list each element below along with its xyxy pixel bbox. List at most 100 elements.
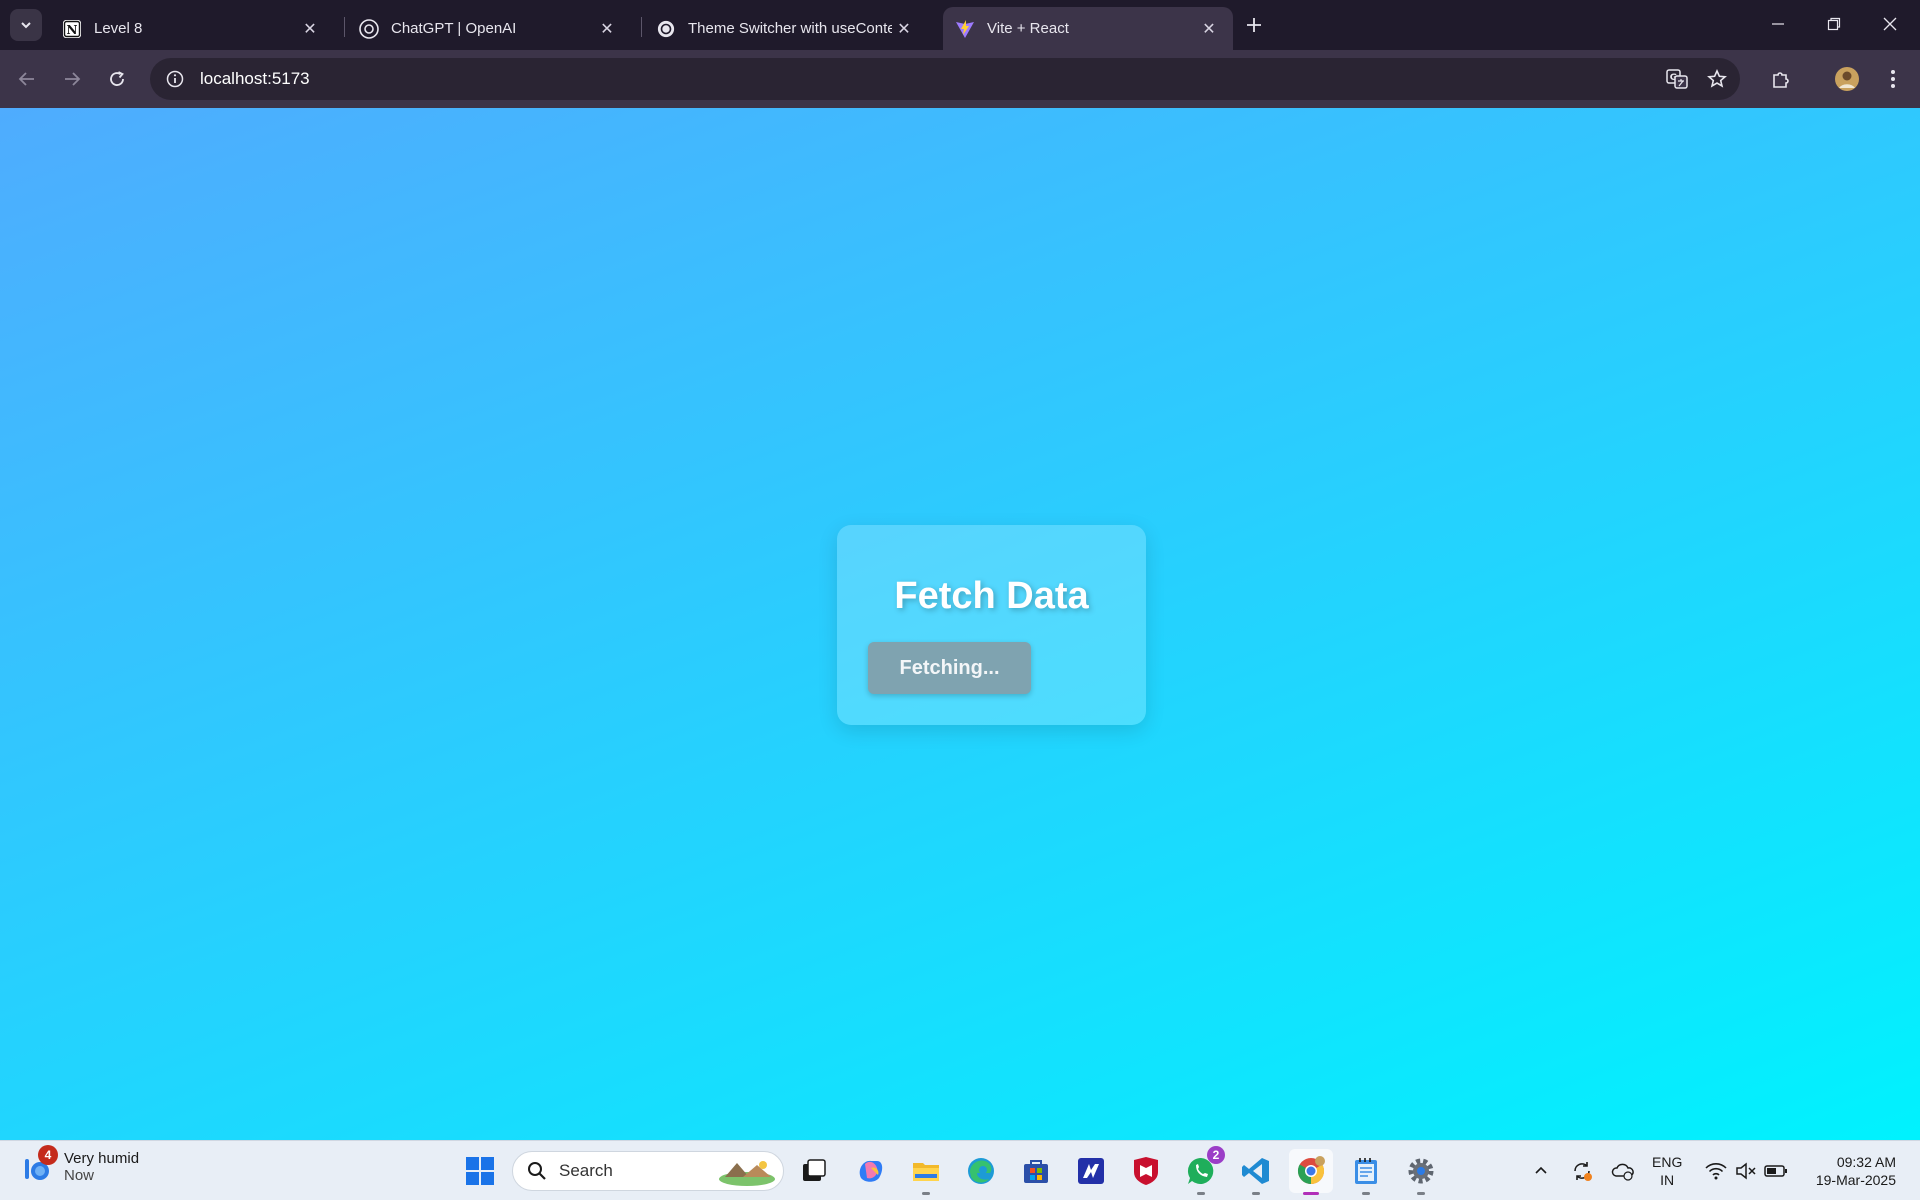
app-icon xyxy=(1078,1158,1104,1184)
chrome-icon xyxy=(1297,1156,1325,1185)
start-button[interactable] xyxy=(458,1149,502,1193)
weather-time: Now xyxy=(64,1167,95,1184)
notification-badge: 4 xyxy=(38,1145,58,1165)
browser-toolbar: localhost:5173 G xyxy=(0,50,1920,108)
url-text: localhost:5173 xyxy=(200,69,310,88)
search-highlight-icon xyxy=(719,1161,775,1186)
wifi-tray-button[interactable] xyxy=(1700,1155,1732,1187)
tab-theme-switcher[interactable]: Theme Switcher with useConte ✕ xyxy=(644,7,928,50)
task-view-button[interactable] xyxy=(792,1149,836,1193)
mcafee-app-button[interactable] xyxy=(1069,1149,1113,1193)
onedrive-tray-button[interactable] xyxy=(1607,1155,1639,1187)
show-hidden-icons-button[interactable] xyxy=(1525,1155,1557,1187)
copilot-button[interactable] xyxy=(848,1149,892,1193)
restore-icon xyxy=(1827,17,1841,31)
gear-icon xyxy=(1408,1158,1434,1184)
chevron-up-icon xyxy=(1535,1166,1547,1174)
close-window-button[interactable] xyxy=(1862,0,1918,48)
arrow-right-icon xyxy=(65,72,81,86)
running-indicator xyxy=(1362,1192,1370,1195)
running-indicator xyxy=(1197,1192,1205,1195)
notepad-button[interactable] xyxy=(1344,1149,1388,1195)
tab-separator xyxy=(344,17,345,37)
translate-button[interactable]: G xyxy=(1660,62,1694,96)
folder-icon xyxy=(913,1163,939,1181)
profile-avatar[interactable] xyxy=(1830,62,1864,96)
svg-text:N: N xyxy=(67,23,78,37)
tab-title: Level 8 xyxy=(94,20,143,37)
region-code: IN xyxy=(1660,1172,1675,1188)
avatar-icon xyxy=(1835,67,1859,91)
vscode-icon xyxy=(1242,1158,1269,1184)
store-button[interactable] xyxy=(1014,1149,1058,1193)
extensions-button[interactable] xyxy=(1764,62,1798,96)
copilot-icon xyxy=(859,1160,883,1182)
close-icon[interactable]: ✕ xyxy=(892,17,916,41)
back-button[interactable] xyxy=(10,62,44,96)
clock[interactable]: 09:32 AM 19-Mar-2025 xyxy=(1806,1153,1896,1189)
store-icon xyxy=(1024,1160,1048,1183)
site-info-icon[interactable] xyxy=(154,58,196,100)
tab-title: Theme Switcher with useConte xyxy=(688,20,892,37)
volume-tray-button[interactable] xyxy=(1730,1155,1762,1187)
minimize-button[interactable] xyxy=(1750,0,1806,48)
sync-icon xyxy=(1574,1162,1592,1181)
taskbar-search[interactable]: Search xyxy=(512,1151,784,1191)
tab-vite-react[interactable]: Vite + React ✕ xyxy=(943,7,1233,50)
close-icon xyxy=(1883,17,1897,31)
task-view-icon xyxy=(803,1159,826,1181)
weather-icon: 4 xyxy=(20,1145,58,1185)
openai-icon xyxy=(359,18,379,39)
search-label: Search xyxy=(559,1161,613,1180)
language-code: ENG xyxy=(1652,1154,1683,1170)
whatsapp-button[interactable]: 2 xyxy=(1179,1146,1225,1195)
fetch-card: Fetch Data Fetching... xyxy=(837,525,1146,725)
openai-icon xyxy=(656,19,676,39)
weather-widget[interactable]: 4 Very humid Now xyxy=(20,1145,139,1185)
forward-button[interactable] xyxy=(55,62,89,96)
edge-button[interactable] xyxy=(959,1149,1003,1193)
language-indicator[interactable]: ENG IN xyxy=(1652,1153,1682,1189)
running-indicator xyxy=(922,1192,930,1195)
page-viewport: Fetch Data Fetching... xyxy=(0,108,1920,1140)
arrow-left-icon xyxy=(18,72,34,86)
clock-time: 09:32 AM xyxy=(1836,1154,1896,1170)
reload-button[interactable] xyxy=(100,62,134,96)
mcafee-button[interactable] xyxy=(1124,1149,1168,1193)
puzzle-icon xyxy=(1773,72,1789,88)
vscode-button[interactable] xyxy=(1234,1149,1278,1195)
wifi-icon xyxy=(1705,1163,1727,1180)
address-bar[interactable]: localhost:5173 xyxy=(150,58,1740,100)
new-tab-button[interactable] xyxy=(1240,11,1268,39)
notion-icon: N xyxy=(62,19,82,39)
edge-icon xyxy=(968,1158,994,1184)
close-icon[interactable]: ✕ xyxy=(298,17,322,41)
translate-icon: G xyxy=(1666,69,1688,89)
notification-badge: 2 xyxy=(1207,1146,1225,1164)
close-icon[interactable]: ✕ xyxy=(595,17,619,41)
browser-menu-button[interactable] xyxy=(1876,62,1910,96)
close-icon[interactable]: ✕ xyxy=(1197,17,1221,41)
tab-level-8[interactable]: N Level 8 ✕ xyxy=(50,7,334,50)
tab-title: Vite + React xyxy=(987,20,1069,37)
chrome-button[interactable] xyxy=(1289,1149,1333,1195)
cloud-icon xyxy=(1611,1163,1634,1181)
star-icon xyxy=(1707,69,1727,88)
file-explorer-button[interactable] xyxy=(904,1149,948,1195)
vite-icon xyxy=(955,19,975,39)
sync-tray-button[interactable] xyxy=(1566,1155,1598,1187)
bookmark-button[interactable] xyxy=(1700,62,1734,96)
battery-tray-button[interactable] xyxy=(1760,1155,1792,1187)
volume-muted-icon xyxy=(1736,1162,1756,1180)
restore-button[interactable] xyxy=(1806,0,1862,48)
tab-separator xyxy=(641,17,642,37)
reload-icon xyxy=(110,71,124,86)
plus-icon xyxy=(1247,18,1261,32)
taskbar: 4 Very humid Now Search 2 ENG IN 09:32 A… xyxy=(0,1140,1920,1200)
chevron-down-icon xyxy=(21,22,31,29)
settings-button[interactable] xyxy=(1399,1149,1443,1195)
fetch-button[interactable]: Fetching... xyxy=(868,642,1031,694)
tab-search-button[interactable] xyxy=(10,9,42,41)
tab-chatgpt[interactable]: ChatGPT | OpenAI ✕ xyxy=(347,7,631,50)
clock-date: 19-Mar-2025 xyxy=(1815,1172,1896,1188)
